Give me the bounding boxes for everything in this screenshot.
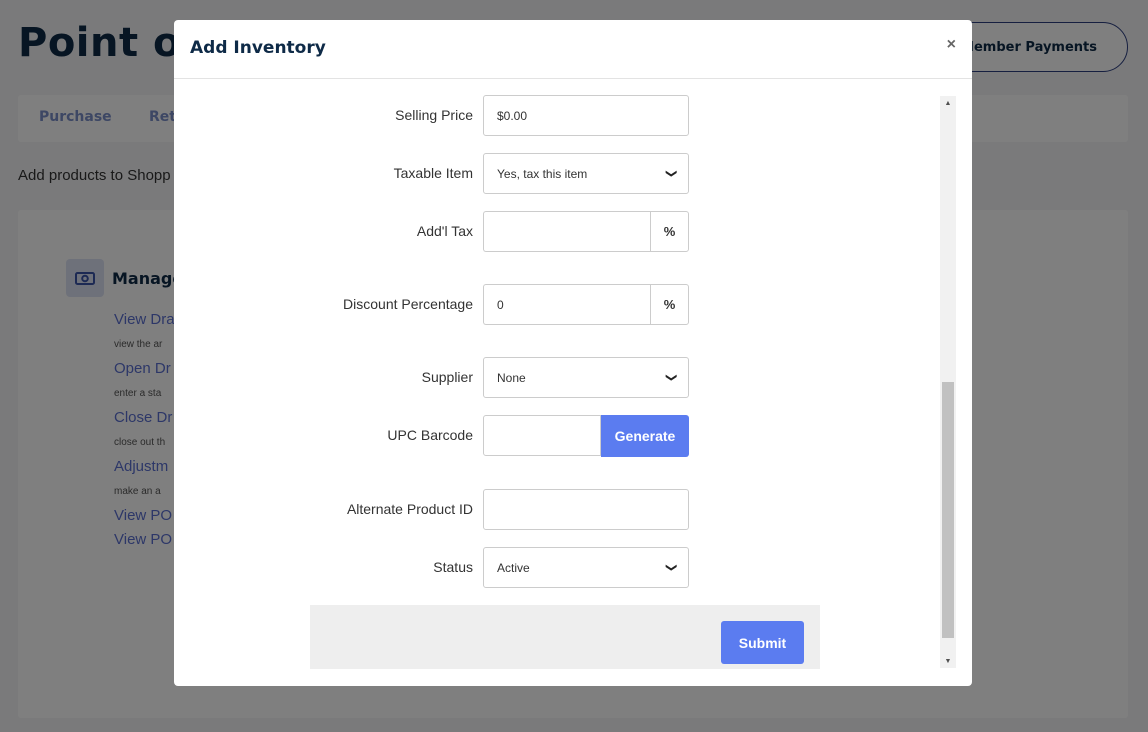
addl-tax-row: Add'l Tax %: [174, 211, 940, 252]
selling-price-input[interactable]: $0.00: [483, 95, 689, 136]
scroll-down-arrow-icon[interactable]: ▼: [940, 654, 956, 668]
add-inventory-modal: Add Inventory × Selling Price $0.00 Taxa…: [174, 20, 972, 686]
selling-price-label: Selling Price: [395, 107, 473, 123]
supplier-value: None: [497, 370, 526, 385]
discount-percentage-label: Discount Percentage: [343, 296, 473, 312]
chevron-down-icon: ❮: [664, 372, 677, 383]
status-value: Active: [497, 560, 530, 575]
upc-barcode-row: UPC Barcode Generate: [174, 415, 940, 457]
status-label: Status: [433, 559, 473, 575]
alternate-product-id-input[interactable]: [483, 489, 689, 530]
alternate-product-id-label: Alternate Product ID: [346, 501, 473, 517]
modal-header: Add Inventory ×: [174, 20, 972, 79]
discount-percentage-input[interactable]: 0: [483, 284, 650, 325]
addl-tax-input[interactable]: [483, 211, 650, 252]
addl-tax-group: %: [483, 211, 689, 252]
addl-tax-label: Add'l Tax: [416, 223, 473, 239]
taxable-item-row: Taxable Item Yes, tax this item ❮: [174, 153, 940, 194]
upc-barcode-label: UPC Barcode: [387, 427, 473, 443]
scroll-thumb[interactable]: [942, 382, 954, 638]
modal-title: Add Inventory: [190, 38, 326, 58]
percent-addon: %: [650, 284, 689, 325]
discount-percentage-row: Discount Percentage 0 %: [174, 284, 940, 325]
close-icon[interactable]: ×: [947, 36, 956, 54]
upc-barcode-input[interactable]: [483, 415, 601, 456]
upc-barcode-group: Generate: [483, 415, 689, 457]
modal-body: Selling Price $0.00 Taxable Item Yes, ta…: [174, 80, 940, 686]
taxable-item-select[interactable]: Yes, tax this item ❮: [483, 153, 689, 194]
supplier-label: Supplier: [421, 369, 473, 385]
scroll-up-arrow-icon[interactable]: ▲: [940, 96, 956, 110]
status-row: Status Active ❮: [174, 547, 940, 588]
taxable-item-label: Taxable Item: [393, 165, 473, 181]
generate-button[interactable]: Generate: [601, 415, 689, 457]
selling-price-row: Selling Price $0.00: [174, 95, 940, 136]
alternate-product-id-row: Alternate Product ID: [174, 489, 940, 530]
chevron-down-icon: ❮: [664, 168, 677, 179]
discount-percentage-group: 0 %: [483, 284, 689, 325]
supplier-select[interactable]: None ❮: [483, 357, 689, 398]
status-select[interactable]: Active ❮: [483, 547, 689, 588]
taxable-item-value: Yes, tax this item: [497, 166, 588, 181]
modal-scrollbar[interactable]: ▲ ▼: [940, 96, 956, 668]
supplier-row: Supplier None ❮: [174, 357, 940, 398]
submit-button[interactable]: Submit: [721, 621, 804, 664]
chevron-down-icon: ❮: [664, 562, 677, 573]
percent-addon: %: [650, 211, 689, 252]
form-footer: Submit: [310, 605, 820, 669]
